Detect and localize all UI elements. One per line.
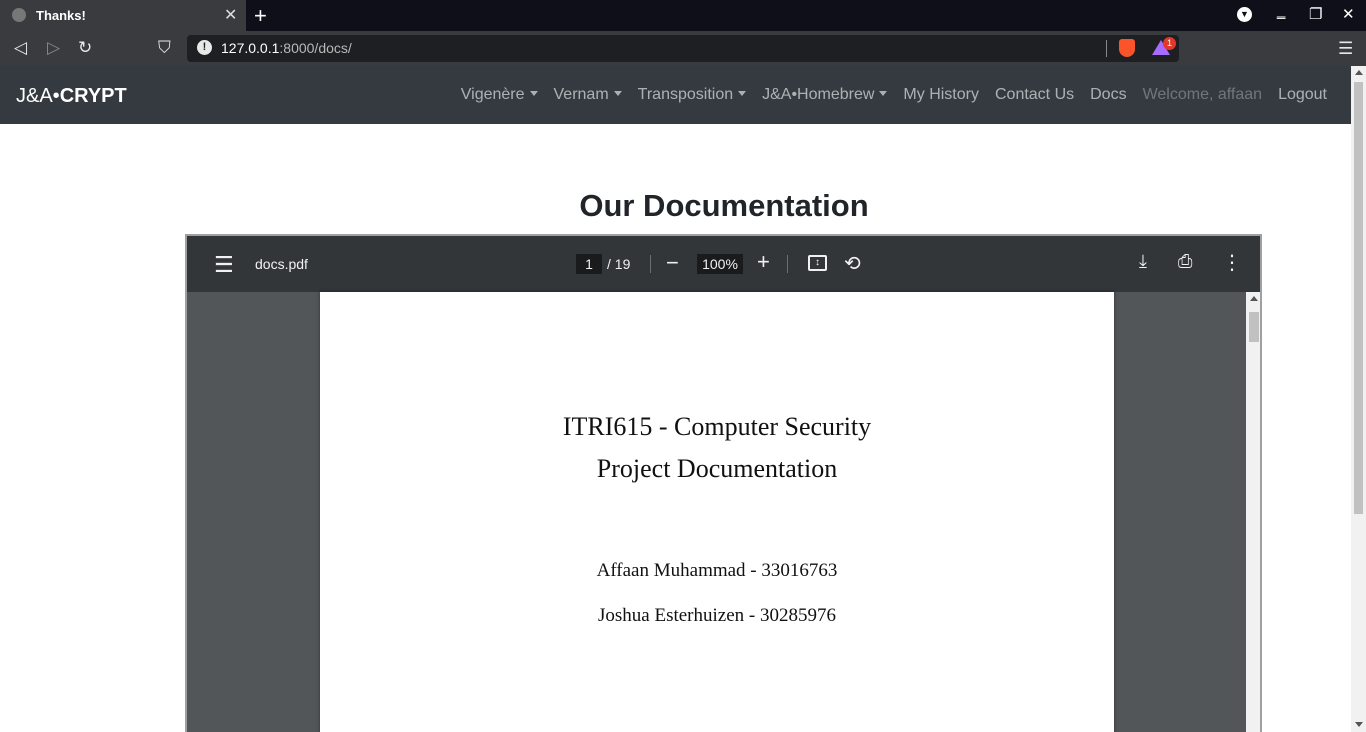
site-info-icon[interactable]: !	[197, 40, 212, 55]
forward-icon[interactable]: ▷	[47, 38, 60, 58]
nav-contact-link[interactable]: Contact Us	[995, 86, 1074, 104]
nav-logout-link[interactable]: Logout	[1278, 86, 1327, 104]
divider	[1106, 40, 1107, 57]
url-path: :8000/docs/	[279, 40, 352, 56]
url-text[interactable]: 127.0.0.1:8000/docs/	[221, 40, 352, 56]
nav-history-link[interactable]: My History	[903, 86, 979, 104]
pdf-filename: docs.pdf	[255, 256, 308, 272]
document-author-2: Joshua Esterhuizen - 30285976	[598, 605, 836, 626]
rewards-badge: 1	[1163, 37, 1176, 50]
back-icon[interactable]: ◁	[14, 38, 27, 58]
new-tab-button[interactable]: +	[254, 3, 267, 29]
page-scrollbar[interactable]	[1351, 66, 1366, 732]
scroll-up-icon[interactable]	[1250, 296, 1258, 301]
rotate-icon[interactable]: ⟲	[844, 251, 861, 276]
tab-title: Thanks!	[36, 8, 86, 23]
pdf-viewer: ☰ docs.pdf 1 / 19 − 100% + ↕ ⟲ ⤓ ⎙ ⋮ ITR…	[185, 234, 1262, 732]
reload-icon[interactable]: ↻	[78, 38, 92, 58]
url-host: 127.0.0.1	[221, 40, 280, 56]
browser-tabstrip: Thanks! ✕ + ▼ ‗ ❐ ✕	[0, 0, 1366, 31]
scrollbar-thumb[interactable]	[1249, 312, 1259, 342]
document-author-1: Affaan Muhammad - 33016763	[596, 560, 838, 581]
pdf-toolbar: ☰ docs.pdf 1 / 19 − 100% + ↕ ⟲ ⤓ ⎙ ⋮	[187, 236, 1260, 292]
nav-transposition-dropdown[interactable]: Transposition	[638, 86, 746, 104]
address-bar[interactable]: ! 127.0.0.1:8000/docs/ 1	[187, 35, 1179, 62]
divider	[787, 255, 788, 273]
nav-homebrew-dropdown[interactable]: J&A•Homebrew	[762, 86, 887, 104]
brave-shields-icon[interactable]	[1119, 39, 1135, 57]
window-close-icon[interactable]: ✕	[1342, 5, 1355, 23]
brand-bold: CRYPT	[59, 85, 127, 107]
nav-vigenere-dropdown[interactable]: Vigenère	[461, 86, 538, 104]
tab-close-icon[interactable]: ✕	[224, 5, 237, 25]
scroll-down-icon[interactable]	[1355, 722, 1363, 727]
zoom-input[interactable]: 100%	[697, 254, 743, 274]
print-icon[interactable]: ⎙	[1178, 251, 1192, 272]
tab-search-icon[interactable]: ▼	[1237, 7, 1252, 22]
browser-tab[interactable]: Thanks! ✕	[0, 0, 246, 31]
globe-icon	[12, 8, 26, 22]
document-title-line1: ITRI615 - Computer Security	[562, 412, 872, 441]
download-icon[interactable]: ⤓	[1139, 251, 1147, 272]
browser-menu-icon[interactable]: ☰	[1338, 39, 1353, 59]
page-title: Our Documentation	[579, 188, 869, 223]
page-total: / 19	[607, 256, 631, 272]
nav-docs-link[interactable]: Docs	[1090, 86, 1126, 104]
nav-links: Vigenère Vernam Transposition J&A•Homebr…	[461, 86, 1327, 104]
brand-logo[interactable]: J&A•CRYPT	[16, 85, 127, 108]
nav-vernam-dropdown[interactable]: Vernam	[554, 86, 622, 104]
zoom-in-icon[interactable]: +	[757, 249, 770, 275]
pdf-scrollbar[interactable]	[1246, 292, 1260, 732]
zoom-out-icon[interactable]: −	[666, 250, 679, 276]
more-options-icon[interactable]: ⋮	[1222, 250, 1242, 275]
maximize-icon[interactable]: ❐	[1309, 5, 1322, 23]
minimize-icon[interactable]: ‗	[1277, 3, 1285, 20]
pdf-sidebar-menu-icon[interactable]: ☰	[214, 252, 234, 278]
document-title-line2: Project Documentation	[596, 454, 838, 483]
fit-to-page-icon[interactable]: ↕	[808, 255, 827, 271]
pdf-page: ITRI615 - Computer Security Project Docu…	[320, 292, 1114, 732]
divider	[650, 255, 651, 273]
welcome-text: Welcome, affaan	[1142, 86, 1263, 103]
site-navbar: J&A•CRYPT Vigenère Vernam Transposition …	[0, 66, 1351, 124]
scrollbar-thumb[interactable]	[1354, 82, 1363, 514]
page-number-input[interactable]: 1	[576, 254, 602, 274]
bookmark-icon[interactable]: ⛉	[158, 38, 171, 58]
brand-prefix: J&A•	[16, 85, 60, 107]
scroll-up-icon[interactable]	[1355, 70, 1363, 75]
